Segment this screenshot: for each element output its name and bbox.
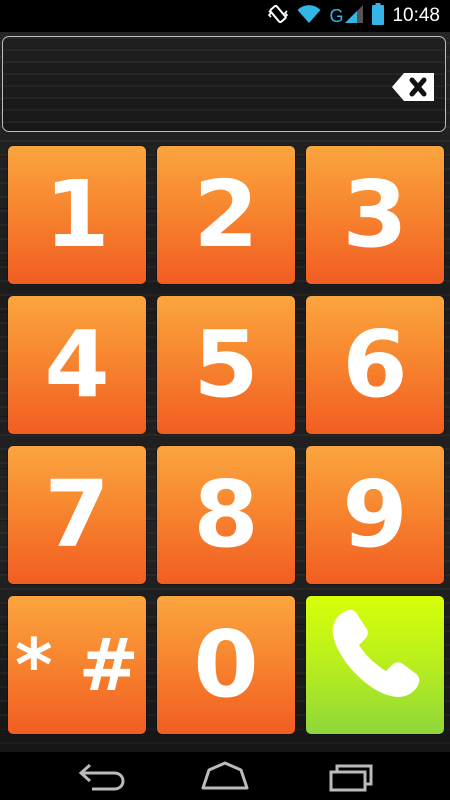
battery-icon <box>372 3 385 29</box>
wifi-icon <box>297 4 321 28</box>
number-display-panel <box>2 36 446 132</box>
key-3[interactable]: 3 <box>306 146 444 284</box>
home-button[interactable] <box>197 758 253 794</box>
home-icon <box>197 761 253 798</box>
key-9[interactable]: 9 <box>306 446 444 584</box>
key-2-label: 2 <box>193 161 259 268</box>
call-button[interactable] <box>306 596 444 734</box>
key-3-label: 3 <box>342 161 408 268</box>
back-icon <box>72 763 128 798</box>
key-5-label: 5 <box>193 311 259 418</box>
key-4[interactable]: 4 <box>8 296 146 434</box>
vibrate-icon <box>267 3 289 29</box>
key-0-label: 0 <box>193 611 259 718</box>
back-button[interactable] <box>72 758 128 794</box>
hash-label: # <box>78 623 139 707</box>
key-star-hash[interactable]: * # <box>8 596 146 734</box>
key-1[interactable]: 1 <box>8 146 146 284</box>
recents-icon <box>325 764 381 798</box>
status-bar: G 10:48 <box>0 0 450 32</box>
clock: 10:48 <box>392 5 440 26</box>
key-9-label: 9 <box>342 461 408 568</box>
star-label: * <box>15 623 53 707</box>
key-5[interactable]: 5 <box>157 296 295 434</box>
key-6[interactable]: 6 <box>306 296 444 434</box>
key-1-label: 1 <box>44 161 110 268</box>
signal-icon <box>344 4 364 28</box>
key-0[interactable]: 0 <box>157 596 295 734</box>
key-6-label: 6 <box>342 311 408 418</box>
recents-button[interactable] <box>325 758 381 794</box>
key-4-label: 4 <box>44 311 110 418</box>
key-8[interactable]: 8 <box>157 446 295 584</box>
backspace-icon <box>390 73 436 108</box>
phone-icon <box>325 604 425 726</box>
backspace-button[interactable] <box>390 70 436 104</box>
network-type-label: G <box>329 5 344 26</box>
number-display <box>17 63 377 107</box>
navigation-bar <box>0 752 450 800</box>
key-2[interactable]: 2 <box>157 146 295 284</box>
key-8-label: 8 <box>193 461 259 568</box>
key-7[interactable]: 7 <box>8 446 146 584</box>
key-7-label: 7 <box>44 461 110 568</box>
